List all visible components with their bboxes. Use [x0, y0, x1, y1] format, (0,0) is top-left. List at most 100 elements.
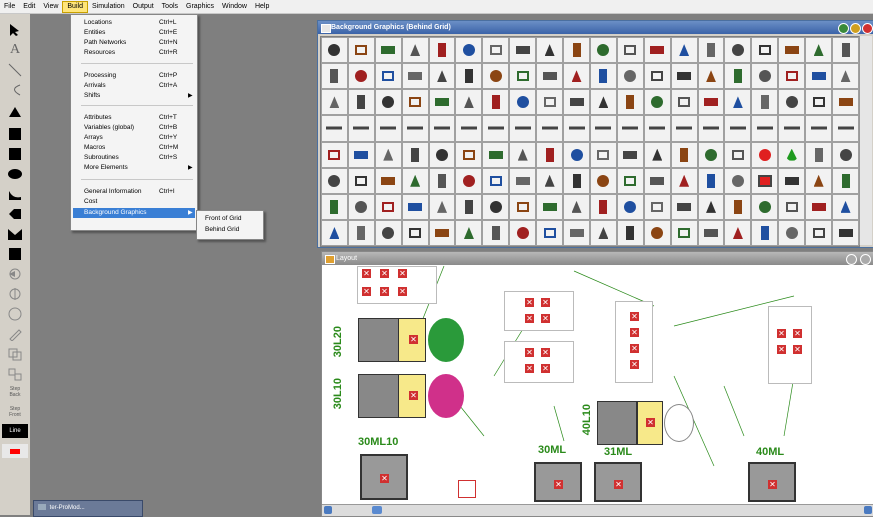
graphic-library-item[interactable] — [805, 63, 833, 90]
graphic-library-item[interactable] — [428, 167, 456, 194]
graphic-library-item[interactable] — [805, 193, 833, 220]
graphic-library-item[interactable] — [697, 89, 725, 116]
graphic-library-item[interactable] — [455, 115, 483, 142]
menu-item-arrays[interactable]: Arrays Ctrl+Y — [73, 133, 195, 143]
menu-item-attributes[interactable]: Attributes Ctrl+T — [73, 113, 195, 123]
graphic-library-item[interactable] — [536, 167, 564, 194]
group-tool[interactable] — [2, 344, 28, 363]
graphic-library-item[interactable] — [643, 219, 671, 246]
graphic-library-item[interactable] — [778, 37, 806, 64]
menu-item-behind-grid[interactable]: Behind Grid — [205, 225, 239, 235]
menu-item-macros[interactable]: Macros Ctrl+M — [73, 143, 195, 153]
graphic-library-item[interactable] — [374, 89, 402, 116]
graphic-library-item[interactable] — [832, 193, 859, 220]
menu-item-arrivals[interactable]: Arrivals Ctrl+A — [73, 81, 195, 91]
line-tool[interactable] — [2, 60, 28, 79]
graphic-library-item[interactable] — [724, 89, 752, 116]
menu-item-variables-global[interactable]: Variables (global) Ctrl+B — [73, 123, 195, 133]
graphic-library-item[interactable] — [455, 219, 483, 246]
graphic-library-item[interactable] — [751, 219, 779, 246]
maximize-button[interactable] — [850, 23, 861, 34]
ellipse-tool[interactable] — [2, 164, 28, 183]
graphic-library-item[interactable] — [401, 167, 429, 194]
graphic-library-item[interactable] — [832, 37, 859, 64]
circle-tool[interactable] — [2, 304, 28, 323]
graphic-library-item[interactable] — [536, 219, 564, 246]
menu-window[interactable]: Window — [218, 1, 251, 13]
graphic-library-item[interactable] — [832, 141, 859, 168]
graphic-library-item[interactable] — [616, 219, 644, 246]
graphic-library-item[interactable] — [321, 89, 348, 116]
menu-item-front-of-grid[interactable]: Front of Grid — [205, 214, 241, 224]
graphic-library-item[interactable] — [832, 115, 859, 142]
graphic-library-item[interactable] — [428, 63, 456, 90]
graphic-library-item[interactable] — [374, 115, 402, 142]
graphic-library-item[interactable] — [616, 167, 644, 194]
graphic-library-item[interactable] — [374, 193, 402, 220]
graphic-library-item[interactable] — [589, 37, 617, 64]
graphic-library-item[interactable] — [805, 115, 833, 142]
graphic-library-item[interactable] — [616, 193, 644, 220]
graphic-library-item[interactable] — [643, 115, 671, 142]
graphic-library-item[interactable] — [428, 115, 456, 142]
graphic-library-item[interactable] — [428, 141, 456, 168]
menu-view[interactable]: View — [39, 1, 62, 13]
menu-item-cost[interactable]: Cost — [73, 197, 195, 207]
graphic-library-item[interactable] — [482, 167, 510, 194]
graphic-library-item[interactable] — [697, 141, 725, 168]
chord-tool[interactable] — [2, 184, 28, 203]
minimize-button[interactable] — [838, 23, 849, 34]
graphic-library-item[interactable] — [805, 219, 833, 246]
graphic-library-item[interactable] — [536, 63, 564, 90]
layout-minimize-button[interactable] — [846, 254, 857, 265]
graphic-library-item[interactable] — [643, 89, 671, 116]
graphic-library-item[interactable] — [832, 219, 859, 246]
layout-close-button[interactable] — [860, 254, 871, 265]
graphic-library-item[interactable] — [401, 193, 429, 220]
graphic-library-item[interactable] — [401, 115, 429, 142]
graphic-library-item[interactable] — [778, 193, 806, 220]
graphic-library-item[interactable] — [563, 167, 590, 194]
graphic-library-item[interactable] — [347, 219, 375, 246]
graphic-library-item[interactable] — [509, 37, 537, 64]
graphic-library-item[interactable] — [724, 193, 752, 220]
graphic-library-item[interactable] — [455, 89, 483, 116]
menu-item-more-elements[interactable]: More Elements ▶ — [73, 163, 195, 173]
line-style-button[interactable]: Line — [2, 424, 28, 438]
graphic-library-item[interactable] — [751, 37, 779, 64]
graphic-library-item[interactable] — [509, 89, 537, 116]
graphic-library-item[interactable] — [697, 63, 725, 90]
scroll-right-icon[interactable] — [864, 506, 872, 514]
polygon-tool[interactable] — [2, 204, 28, 223]
graphic-library-item[interactable] — [374, 63, 402, 90]
graphic-library-item[interactable] — [428, 37, 456, 64]
graphic-library-item[interactable] — [832, 167, 859, 194]
graphic-library-item[interactable] — [832, 63, 859, 90]
graphic-library-item[interactable] — [321, 63, 348, 90]
graphic-library-item[interactable] — [697, 115, 725, 142]
menu-item-shifts[interactable]: Shifts ▶ — [73, 91, 195, 101]
graphic-library-item[interactable] — [428, 193, 456, 220]
graphic-library-item[interactable] — [616, 89, 644, 116]
graphic-library-item[interactable] — [643, 37, 671, 64]
text-tool[interactable]: A — [2, 40, 28, 59]
menu-simulation[interactable]: Simulation — [88, 1, 129, 13]
graphic-library-item[interactable] — [321, 141, 348, 168]
graphic-library-item[interactable] — [428, 89, 456, 116]
ungroup-tool[interactable] — [2, 364, 28, 383]
graphic-library-item[interactable] — [563, 37, 590, 64]
graphic-library-item[interactable] — [321, 167, 348, 194]
horizontal-scrollbar[interactable] — [322, 504, 873, 516]
graphic-library-item[interactable] — [589, 141, 617, 168]
graphic-library-item[interactable] — [455, 193, 483, 220]
graphic-library-item[interactable] — [616, 115, 644, 142]
graphic-library-item[interactable] — [536, 141, 564, 168]
graphic-library-item[interactable] — [778, 63, 806, 90]
graphic-library-item[interactable] — [563, 115, 590, 142]
graphic-library-item[interactable] — [509, 193, 537, 220]
menu-edit[interactable]: Edit — [19, 1, 39, 13]
graphic-library-item[interactable] — [751, 167, 779, 194]
arc-tool[interactable] — [2, 80, 28, 99]
graphic-library-item[interactable] — [482, 89, 510, 116]
graphic-library-item[interactable] — [401, 89, 429, 116]
